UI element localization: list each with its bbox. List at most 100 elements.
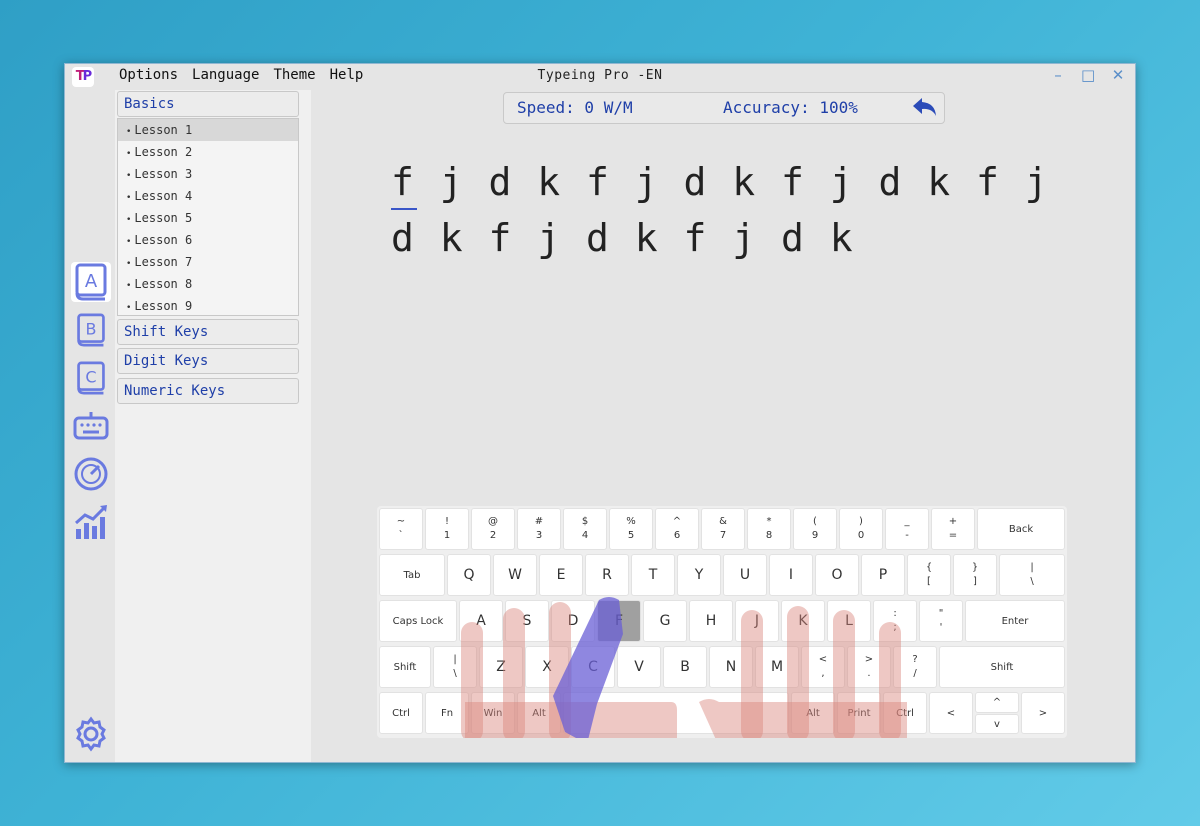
- practice-char: k: [829, 216, 853, 260]
- book-a-icon[interactable]: A: [71, 262, 111, 302]
- practice-char: j: [634, 160, 658, 204]
- key-h[interactable]: H: [689, 600, 733, 642]
- key-n[interactable]: N: [709, 646, 753, 688]
- key-d[interactable]: D: [551, 600, 595, 642]
- close-button[interactable]: ✕: [1111, 66, 1125, 84]
- book-c-icon[interactable]: C: [71, 358, 111, 398]
- book-b-icon[interactable]: B: [71, 310, 111, 350]
- accuracy-readout: Accuracy: 100%: [723, 98, 858, 117]
- minimize-button[interactable]: –: [1051, 66, 1065, 84]
- lesson-item[interactable]: • Lesson 2: [118, 141, 298, 163]
- key-backspace[interactable]: Back: [977, 508, 1065, 550]
- key-tab[interactable]: Tab: [379, 554, 445, 596]
- key-enter[interactable]: Enter: [965, 600, 1065, 642]
- key-caps-lock[interactable]: Caps Lock: [379, 600, 457, 642]
- settings-gear-icon[interactable]: [71, 714, 111, 754]
- key-equals[interactable]: + =: [931, 508, 975, 550]
- key-left-ctrl[interactable]: Ctrl: [379, 692, 423, 734]
- key-semicolon[interactable]: :;: [873, 600, 917, 642]
- key-arrow-left[interactable]: <: [929, 692, 973, 734]
- practice-char: k: [634, 216, 658, 260]
- lesson-item[interactable]: • Lesson 9: [118, 295, 298, 317]
- key-0[interactable]: ) 0: [839, 508, 883, 550]
- key-v[interactable]: V: [617, 646, 661, 688]
- key-slash[interactable]: ? /: [893, 646, 937, 688]
- key-z[interactable]: Z: [479, 646, 523, 688]
- key-o[interactable]: O: [815, 554, 859, 596]
- keyboard-icon[interactable]: [71, 406, 111, 446]
- lesson-item[interactable]: • Lesson 6: [118, 229, 298, 251]
- key-k[interactable]: K: [781, 600, 825, 642]
- lesson-item[interactable]: • Lesson 8: [118, 273, 298, 295]
- key-l[interactable]: L: [827, 600, 871, 642]
- key-m[interactable]: M: [755, 646, 799, 688]
- key-left-bracket[interactable]: {[: [907, 554, 951, 596]
- key-r[interactable]: R: [585, 554, 629, 596]
- key-right-shift[interactable]: Shift: [939, 646, 1065, 688]
- maximize-button[interactable]: □: [1081, 66, 1095, 84]
- key-b[interactable]: B: [663, 646, 707, 688]
- key-w[interactable]: W: [493, 554, 537, 596]
- key-a[interactable]: A: [459, 600, 503, 642]
- key-e[interactable]: E: [539, 554, 583, 596]
- practice-char: d: [586, 216, 609, 260]
- key-9[interactable]: (9: [793, 508, 837, 550]
- key-fn[interactable]: Fn: [425, 692, 469, 734]
- practice-char: f: [976, 160, 999, 204]
- lesson-item[interactable]: • Lesson 7: [118, 251, 298, 273]
- key-g[interactable]: G: [643, 600, 687, 642]
- key-1[interactable]: ! 1: [425, 508, 469, 550]
- section-digit-keys[interactable]: Digit Keys: [117, 348, 299, 374]
- key-right-bracket[interactable]: }]: [953, 554, 997, 596]
- practice-char: j: [537, 216, 561, 260]
- key-right-ctrl[interactable]: Ctrl: [883, 692, 927, 734]
- key-minus[interactable]: _ -: [885, 508, 929, 550]
- key-f[interactable]: F: [597, 600, 641, 642]
- key-backtick[interactable]: ~ `: [379, 508, 423, 550]
- key-comma[interactable]: <,: [801, 646, 845, 688]
- key-left-alt[interactable]: Alt: [517, 692, 561, 734]
- key-left-shift[interactable]: Shift: [379, 646, 431, 688]
- key-5[interactable]: % 5: [609, 508, 653, 550]
- key-q[interactable]: Q: [447, 554, 491, 596]
- key-8[interactable]: * 8: [747, 508, 791, 550]
- lesson-item[interactable]: • Lesson 3: [118, 163, 298, 185]
- key-space[interactable]: [563, 692, 789, 734]
- lesson-item[interactable]: • Lesson 5: [118, 207, 298, 229]
- key-arrow-right[interactable]: >: [1021, 692, 1065, 734]
- section-basics[interactable]: Basics: [117, 91, 299, 117]
- speedometer-icon[interactable]: [71, 454, 111, 494]
- lesson-list: • Lesson 1 • Lesson 2 • Lesson 3 • Lesson 4 …: [117, 118, 299, 316]
- key-quote[interactable]: " ': [919, 600, 963, 642]
- key-t[interactable]: T: [631, 554, 675, 596]
- key-3[interactable]: #3: [517, 508, 561, 550]
- lesson-item[interactable]: • Lesson 4: [118, 185, 298, 207]
- key-u[interactable]: U: [723, 554, 767, 596]
- key-x[interactable]: X: [525, 646, 569, 688]
- section-numeric-keys[interactable]: Numeric Keys: [117, 378, 299, 404]
- key-j[interactable]: J: [735, 600, 779, 642]
- key-2[interactable]: @2: [471, 508, 515, 550]
- key-arrow-up[interactable]: ^: [975, 692, 1019, 713]
- section-shift-keys[interactable]: Shift Keys: [117, 319, 299, 345]
- key-backslash[interactable]: | \: [999, 554, 1065, 596]
- key-print[interactable]: Print: [837, 692, 881, 734]
- practice-area: Speed: 0 W/M Accuracy: 100% f j d k f j …: [311, 90, 1137, 762]
- key-4[interactable]: $4: [563, 508, 607, 550]
- key-y[interactable]: Y: [677, 554, 721, 596]
- undo-icon[interactable]: [912, 96, 938, 128]
- title-bar: TP Options Language Theme Help Typeing P…: [65, 64, 1135, 90]
- stats-chart-icon[interactable]: [71, 502, 111, 542]
- key-s[interactable]: S: [505, 600, 549, 642]
- key-7[interactable]: & 7: [701, 508, 745, 550]
- key-p[interactable]: P: [861, 554, 905, 596]
- key-pipe[interactable]: | \: [433, 646, 477, 688]
- key-win[interactable]: Win: [471, 692, 515, 734]
- key-right-alt[interactable]: Alt: [791, 692, 835, 734]
- key-6[interactable]: ^ 6: [655, 508, 699, 550]
- key-period[interactable]: >.: [847, 646, 891, 688]
- key-arrow-down[interactable]: v: [975, 714, 1019, 734]
- key-i[interactable]: I: [769, 554, 813, 596]
- lesson-item[interactable]: • Lesson 1: [118, 119, 298, 141]
- key-c[interactable]: C: [571, 646, 615, 688]
